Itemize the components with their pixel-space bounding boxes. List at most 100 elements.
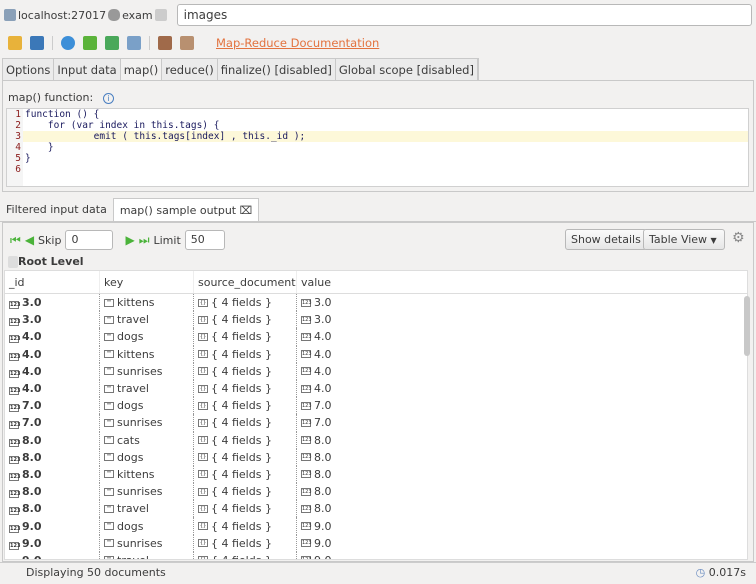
number-type-icon: 123 bbox=[9, 301, 21, 310]
string-type-icon: "" bbox=[104, 504, 114, 513]
step-into-icon[interactable] bbox=[83, 36, 97, 50]
view-select[interactable]: Table View ▼ bbox=[643, 229, 725, 250]
code-editor[interactable]: 123456 function () { for (var index in t… bbox=[6, 108, 749, 187]
object-type-icon: {} bbox=[198, 401, 208, 410]
tab-finalize[interactable]: finalize() [disabled] bbox=[218, 59, 336, 81]
table-row[interactable]: 123 8.0 "" dogs {}{ 4 fields } 123 8.0 bbox=[5, 448, 747, 466]
number-type-icon: 123 bbox=[301, 504, 312, 513]
source-document-cell: {}{ 4 fields } bbox=[193, 431, 296, 449]
value-cell: 123 4.0 bbox=[296, 362, 747, 380]
gear-icon[interactable]: ⚙ bbox=[732, 230, 745, 246]
scrollbar[interactable] bbox=[744, 296, 750, 356]
number-type-icon: 123 bbox=[9, 352, 21, 361]
value-cell: 123 4.0 bbox=[296, 345, 747, 363]
tab-sample-output[interactable]: map() sample output ⌧ bbox=[112, 198, 260, 221]
string-type-icon: "" bbox=[104, 418, 114, 427]
tab-input-data[interactable]: Input data bbox=[54, 59, 121, 81]
first-page-icon[interactable]: ⏮ bbox=[10, 233, 21, 248]
source-document-cell: {}{ 4 fields } bbox=[193, 328, 296, 346]
divider bbox=[52, 36, 53, 50]
source-document-cell: {}{ 4 fields } bbox=[193, 397, 296, 415]
number-type-icon: 123 bbox=[9, 318, 21, 327]
table-row[interactable]: 123 8.0 "" cats {}{ 4 fields } 123 8.0 bbox=[5, 431, 747, 449]
key-cell: "" cats bbox=[99, 431, 193, 449]
string-type-icon: "" bbox=[104, 401, 114, 410]
code-line: emit ( this.tags[index] , this._id ); bbox=[23, 131, 748, 142]
skip-input[interactable]: 0 bbox=[65, 230, 114, 250]
number-type-icon: 123 bbox=[301, 418, 312, 427]
show-details-button[interactable]: Show details bbox=[565, 229, 647, 250]
limit-input[interactable]: 50 bbox=[184, 230, 225, 250]
tab-filtered-input[interactable]: Filtered input data bbox=[0, 198, 113, 221]
run-icon[interactable] bbox=[61, 36, 75, 50]
object-type-icon: {} bbox=[198, 367, 208, 376]
table-row[interactable]: 123 8.0 "" kittens {}{ 4 fields } 123 8.0 bbox=[5, 465, 747, 484]
open-icon[interactable] bbox=[8, 36, 22, 50]
table-row[interactable]: 123 8.0 "" travel {}{ 4 fields } 123 8.0 bbox=[5, 500, 747, 518]
table-row[interactable]: 123 7.0 "" sunrises {}{ 4 fields } 123 7.0 bbox=[5, 414, 747, 432]
db-label[interactable]: exam bbox=[122, 9, 153, 22]
id-cell: 123 3.0 bbox=[9, 296, 42, 310]
output-tabs: Filtered input data map() sample output … bbox=[0, 198, 756, 222]
string-type-icon: "" bbox=[104, 453, 114, 462]
key-cell: ""travel bbox=[99, 551, 193, 559]
save-icon[interactable] bbox=[30, 36, 44, 50]
table-row[interactable]: 1239.0 ""travel {}{ 4 fields } 1239.0 bbox=[5, 551, 747, 559]
source-document-cell: {}{ 4 fields } bbox=[193, 448, 296, 466]
table-row[interactable]: 123 4.0 "" travel {}{ 4 fields } 123 4.0 bbox=[5, 379, 747, 398]
close-icon[interactable]: ⌧ bbox=[240, 204, 253, 217]
info-icon[interactable]: i bbox=[103, 93, 115, 104]
table-row[interactable]: 123 7.0 "" dogs {}{ 4 fields } 123 7.0 bbox=[5, 397, 747, 415]
id-cell: 1239.0 bbox=[9, 519, 42, 533]
tab-map[interactable]: map() bbox=[120, 59, 163, 81]
key-cell: "" dogs bbox=[99, 328, 193, 346]
id-cell: 123 8.0 bbox=[9, 502, 42, 516]
column-header[interactable]: key bbox=[99, 271, 193, 293]
table-row[interactable]: 123 4.0 "" kittens {}{ 4 fields } 123 4.0 bbox=[5, 345, 747, 363]
table-row[interactable]: 123 8.0 "" sunrises {}{ 4 fields } 123 8.0 bbox=[5, 483, 747, 501]
key-cell: ""travel bbox=[99, 500, 193, 518]
host-label[interactable]: localhost:27017 bbox=[18, 9, 106, 22]
value-cell: 123 7.0 bbox=[296, 414, 747, 432]
step-out-icon[interactable] bbox=[105, 36, 119, 50]
eraser-icon[interactable] bbox=[127, 36, 141, 50]
string-type-icon: "" bbox=[104, 539, 114, 548]
number-type-icon: 123 bbox=[9, 404, 21, 413]
table-row[interactable]: 123 9.0 "" dogs {}{ 4 fields } 123 9.0 bbox=[5, 517, 747, 535]
number-type-icon: 123 bbox=[301, 436, 312, 445]
string-type-icon: "" bbox=[104, 487, 114, 496]
object-type-icon: {} bbox=[198, 384, 208, 393]
next-page-icon[interactable]: ▶ bbox=[125, 233, 134, 247]
table-row[interactable]: 123 4.0 "" dogs {}{ 4 fields } 123 4.0 bbox=[5, 328, 747, 346]
column-header[interactable]: source_document bbox=[193, 271, 296, 293]
column-header[interactable]: _id bbox=[5, 276, 99, 289]
value-cell: 123 8.0 bbox=[296, 500, 747, 518]
label: map() function: bbox=[8, 91, 94, 104]
value-cell: 1239.0 bbox=[296, 517, 747, 535]
table-row[interactable]: 123 3.0 "" kittens {}{ 4 fields } 123 3.0 bbox=[5, 294, 747, 312]
prev-page-icon[interactable]: ◀ bbox=[25, 233, 34, 247]
source-document-cell: {}{ 4 fields } bbox=[193, 500, 296, 518]
line-numbers: 123456 bbox=[7, 109, 23, 186]
number-type-icon: 123 bbox=[9, 507, 21, 516]
id-cell: 123 8.0 bbox=[9, 450, 42, 464]
tab-options[interactable]: Options bbox=[3, 59, 55, 81]
column-header[interactable]: value bbox=[296, 271, 747, 293]
collection-input[interactable]: images bbox=[176, 4, 752, 26]
tab-global-scope[interactable]: Global scope [disabled] bbox=[336, 59, 478, 81]
import-icon[interactable] bbox=[158, 36, 172, 50]
source-document-cell: {}{ 4 fields } bbox=[193, 311, 296, 329]
map-reduce-doc-link[interactable]: Map-Reduce Documentation bbox=[216, 36, 379, 50]
number-type-icon: 123 bbox=[301, 332, 312, 341]
table-row[interactable]: 123 4.0 "" sunrises {}{ 4 fields } 123 4.0 bbox=[5, 362, 747, 380]
string-type-icon: "" bbox=[104, 298, 114, 307]
table-row[interactable]: 123 9.0 "" sunrises {}{ 4 fields } 123 9.0 bbox=[5, 534, 747, 552]
tab-reduce[interactable]: reduce() bbox=[162, 59, 218, 81]
last-page-icon[interactable]: ⏭ bbox=[139, 233, 150, 248]
paste-icon[interactable] bbox=[180, 36, 194, 50]
table-row[interactable]: 123 3.0 "" travel {}{ 4 fields } 123 3.0 bbox=[5, 311, 747, 329]
clock-icon: ◷ bbox=[695, 566, 706, 579]
value-cell: 123 4.0 bbox=[296, 328, 747, 346]
source-document-cell: {}{ 4 fields } bbox=[193, 483, 296, 501]
